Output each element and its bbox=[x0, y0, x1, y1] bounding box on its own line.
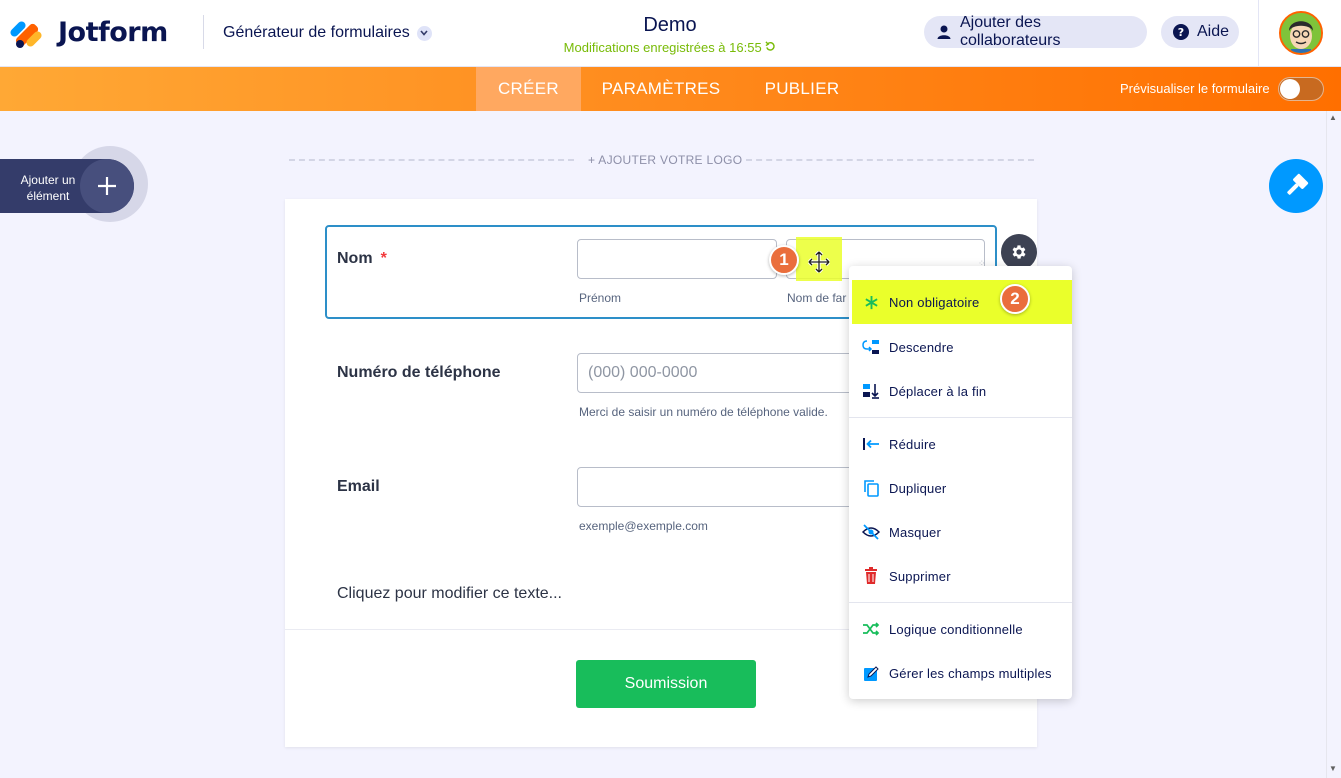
revert-icon[interactable] bbox=[765, 40, 776, 55]
plus-icon bbox=[98, 177, 116, 195]
trash-icon bbox=[862, 567, 880, 585]
jotform-logo-icon bbox=[8, 18, 44, 48]
gear-icon bbox=[1012, 245, 1026, 259]
menu-item-label: Dupliquer bbox=[889, 480, 947, 496]
email-input[interactable] bbox=[577, 467, 857, 507]
email-field-label[interactable]: Email bbox=[337, 478, 380, 496]
save-status-text: Modifications enregistrées à 16:55 bbox=[563, 40, 762, 55]
help-button[interactable]: ? Aide bbox=[1161, 16, 1239, 48]
menu-item-hide[interactable]: Masquer bbox=[849, 510, 1072, 554]
asterisk-icon bbox=[862, 293, 880, 311]
manage-fields-icon bbox=[862, 664, 880, 682]
tab-create[interactable]: CRÉER bbox=[476, 67, 581, 111]
paragraph-text-element[interactable]: Cliquez pour modifier ce texte... bbox=[337, 585, 562, 603]
avatar-divider bbox=[1258, 0, 1259, 67]
logo-dashed-line-left bbox=[289, 159, 574, 161]
preview-toggle[interactable] bbox=[1278, 77, 1324, 101]
hide-icon bbox=[862, 523, 880, 541]
last-name-sublabel: Nom de far bbox=[787, 291, 847, 305]
header-divider bbox=[203, 15, 204, 49]
required-mark: * bbox=[380, 250, 387, 267]
conditional-logic-icon bbox=[862, 620, 880, 638]
menu-item-label: Non obligatoire bbox=[889, 294, 980, 310]
name-label-text: Nom bbox=[337, 250, 373, 267]
menu-item-label: Masquer bbox=[889, 524, 941, 540]
step-marker-1: 1 bbox=[769, 245, 799, 275]
shrink-icon bbox=[862, 435, 880, 453]
preview-label: Prévisualiser le formulaire bbox=[1120, 81, 1270, 96]
phone-field-label[interactable]: Numéro de téléphone bbox=[337, 364, 501, 382]
form-title[interactable]: Demo bbox=[520, 14, 820, 37]
email-sublabel: exemple@exemple.com bbox=[579, 519, 708, 533]
add-collaborators-button[interactable]: Ajouter des collaborateurs bbox=[924, 14, 1147, 49]
add-collaborators-label: Ajouter des collaborateurs bbox=[960, 14, 1061, 49]
field-context-menu: Non obligatoire 2 Descendre Déplacer à l… bbox=[849, 266, 1072, 699]
move-down-icon bbox=[862, 338, 880, 356]
move-icon[interactable] bbox=[807, 250, 831, 278]
jotform-logo[interactable]: Jotform bbox=[8, 17, 168, 48]
help-icon: ? bbox=[1173, 24, 1189, 40]
menu-item-move-to-end[interactable]: Déplacer à la fin bbox=[849, 369, 1072, 413]
brand-name: Jotform bbox=[58, 17, 168, 48]
menu-item-move-down[interactable]: Descendre bbox=[849, 325, 1072, 369]
menu-item-conditional-logic[interactable]: Logique conditionnelle bbox=[849, 607, 1072, 651]
menu-item-label: Réduire bbox=[889, 436, 936, 452]
menu-item-delete[interactable]: Supprimer bbox=[849, 554, 1072, 598]
phone-sublabel: Merci de saisir un numéro de téléphone v… bbox=[579, 405, 828, 419]
menu-item-label: Logique conditionnelle bbox=[889, 621, 1023, 637]
menu-item-label: Gérer les champs multiples bbox=[889, 665, 1052, 681]
scroll-up-icon[interactable]: ▲ bbox=[1329, 113, 1337, 122]
scroll-down-icon[interactable]: ▼ bbox=[1329, 764, 1337, 773]
add-element-label: Ajouter un élément bbox=[20, 173, 76, 203]
first-name-sublabel: Prénom bbox=[579, 291, 622, 305]
menu-divider bbox=[849, 602, 1072, 603]
paint-roller-icon bbox=[1287, 173, 1309, 195]
logo-dashed-line-right bbox=[746, 159, 1034, 161]
step-marker-2: 2 bbox=[1000, 284, 1030, 314]
duplicate-icon bbox=[862, 479, 880, 497]
menu-item-manage-fields[interactable]: Gérer les champs multiples bbox=[849, 651, 1072, 695]
user-avatar[interactable] bbox=[1279, 11, 1323, 55]
chevron-down-icon bbox=[416, 25, 432, 41]
menu-item-label: Déplacer à la fin bbox=[889, 383, 987, 399]
add-element-button[interactable] bbox=[80, 159, 134, 213]
name-field-label[interactable]: Nom * bbox=[337, 250, 387, 268]
phone-input[interactable]: (000) 000-0000 bbox=[577, 353, 857, 393]
builder-dropdown[interactable]: Générateur de formulaires bbox=[223, 24, 432, 42]
menu-item-shrink[interactable]: Réduire bbox=[849, 422, 1072, 466]
builder-label: Générateur de formulaires bbox=[223, 24, 410, 41]
form-title-block: Demo Modifications enregistrées à 16:55 bbox=[520, 14, 820, 55]
menu-item-not-required[interactable]: Non obligatoire bbox=[852, 280, 1072, 324]
menu-divider bbox=[849, 417, 1072, 418]
help-label: Aide bbox=[1197, 23, 1230, 40]
menu-item-label: Supprimer bbox=[889, 568, 951, 584]
builder-nav: CRÉER PARAMÈTRES PUBLIER Prévisualiser l… bbox=[0, 67, 1341, 111]
field-settings-button[interactable] bbox=[1001, 234, 1037, 270]
save-status: Modifications enregistrées à 16:55 bbox=[520, 40, 820, 55]
tab-settings[interactable]: PARAMÈTRES bbox=[592, 67, 730, 111]
avatar-image bbox=[1281, 13, 1321, 53]
add-logo-link[interactable]: + AJOUTER VOTRE LOGO bbox=[588, 153, 742, 167]
move-to-end-icon bbox=[862, 382, 880, 400]
menu-item-label: Descendre bbox=[889, 339, 954, 355]
first-name-input[interactable] bbox=[577, 239, 777, 279]
user-icon bbox=[936, 24, 952, 40]
top-bar: Jotform Générateur de formulaires Demo M… bbox=[0, 0, 1341, 67]
preview-toggle-knob bbox=[1280, 79, 1300, 99]
form-designer-button[interactable] bbox=[1269, 159, 1323, 213]
menu-item-duplicate[interactable]: Dupliquer bbox=[849, 466, 1072, 510]
tab-publish[interactable]: PUBLIER bbox=[752, 67, 852, 111]
submit-button[interactable]: Soumission bbox=[576, 660, 756, 708]
svg-text:?: ? bbox=[1178, 26, 1184, 39]
page-scrollbar[interactable] bbox=[1326, 111, 1341, 778]
